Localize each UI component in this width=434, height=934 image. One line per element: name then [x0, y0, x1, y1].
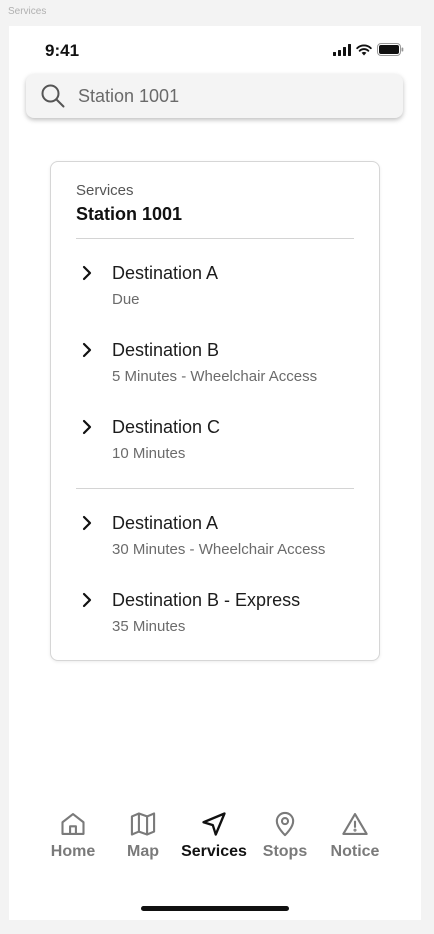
card-kicker: Services	[76, 182, 134, 199]
tab-home[interactable]: Home	[35, 810, 111, 870]
tab-label: Notice	[330, 843, 380, 860]
route-info: 30 Minutes - Wheelchair Access	[112, 541, 326, 558]
route-destination: Destination C	[112, 417, 221, 437]
status-icons	[333, 43, 404, 56]
route-info: 10 Minutes	[112, 445, 186, 462]
status-time: 9:41	[45, 41, 80, 60]
search-bar[interactable]	[26, 74, 403, 118]
route-destination: Destination B - Express	[112, 590, 301, 610]
route-item[interactable]: Destination A 30 Minutes - Wheelchair Ac…	[76, 513, 366, 573]
tab-label: Map	[127, 843, 159, 860]
tab-map[interactable]: Map	[105, 810, 181, 870]
status-bar: 9:41	[9, 26, 421, 74]
chevron-right-icon	[82, 265, 92, 281]
route-item[interactable]: Destination B - Express 35 Minutes	[76, 590, 366, 650]
tab-services[interactable]: Services	[176, 810, 252, 870]
chevron-right-icon	[82, 592, 92, 608]
wifi-icon	[356, 44, 372, 55]
cellular-signal-icon	[333, 43, 351, 56]
route-item[interactable]: Destination A Due	[76, 263, 366, 323]
route-info: Due	[112, 291, 140, 308]
route-info: 5 Minutes - Wheelchair Access	[112, 368, 318, 385]
tab-label: Stops	[262, 843, 308, 860]
tab-label: Services	[181, 843, 247, 860]
map-icon	[130, 812, 156, 836]
alert-triangle-icon	[342, 813, 368, 835]
map-pin-icon	[275, 811, 295, 837]
divider	[76, 488, 354, 489]
station-title: Station 1001	[76, 204, 183, 224]
search-icon[interactable]	[40, 83, 66, 109]
frame-label: Services	[8, 6, 47, 17]
tab-notice[interactable]: Notice	[317, 810, 393, 870]
divider	[76, 238, 354, 239]
route-destination: Destination A	[112, 513, 219, 533]
battery-icon	[377, 43, 404, 56]
route-info: 35 Minutes	[112, 618, 186, 635]
navigation-icon	[202, 812, 226, 836]
search-input[interactable]	[78, 74, 378, 118]
tab-label: Home	[50, 843, 96, 860]
route-item[interactable]: Destination B 5 Minutes - Wheelchair Acc…	[76, 340, 366, 400]
tab-bar: Home Map Services Stops Notice	[9, 810, 421, 870]
route-item[interactable]: Destination C 10 Minutes	[76, 417, 366, 477]
phone-screen: 9:41 Servic	[9, 26, 421, 920]
chevron-right-icon	[82, 419, 92, 435]
tab-stops[interactable]: Stops	[247, 810, 323, 870]
route-destination: Destination B	[112, 340, 220, 360]
route-destination: Destination A	[112, 263, 219, 283]
chevron-right-icon	[82, 342, 92, 358]
services-card: Services Station 1001 Destination A Due …	[50, 161, 380, 661]
home-indicator[interactable]	[141, 906, 289, 911]
chevron-right-icon	[82, 515, 92, 531]
home-icon	[61, 813, 85, 835]
